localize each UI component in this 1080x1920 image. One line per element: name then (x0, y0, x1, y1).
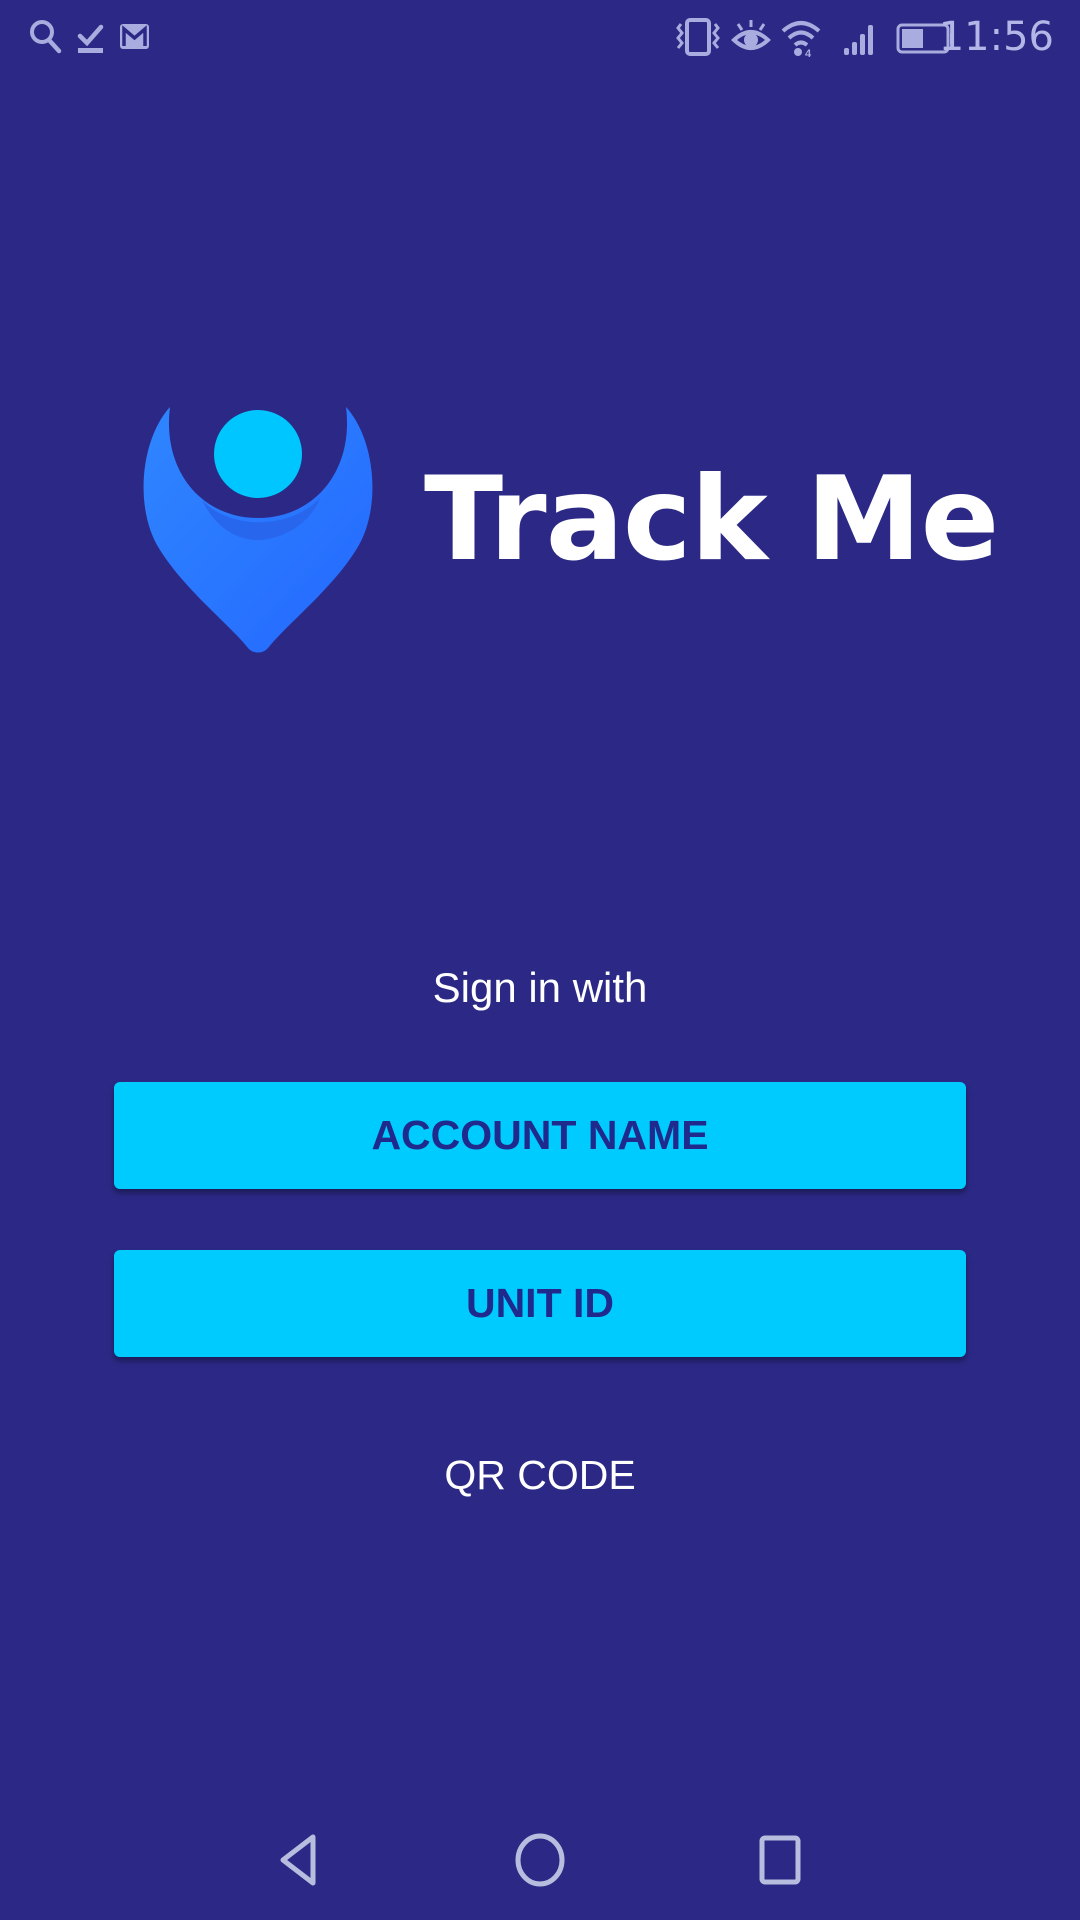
task-check-icon (76, 16, 106, 61)
recents-square-icon (759, 1835, 801, 1885)
home-circle-icon (515, 1833, 565, 1887)
account-name-button[interactable]: ACCOUNT NAME (114, 1082, 966, 1189)
search-icon (28, 16, 64, 61)
logo-head-dot (214, 410, 302, 498)
back-button[interactable] (260, 1828, 340, 1892)
recents-button[interactable] (740, 1828, 820, 1892)
sign-in-label: Sign in with (432, 964, 648, 1011)
status-bar: 4 11:56 (0, 0, 1080, 75)
home-button[interactable] (500, 1828, 580, 1892)
navigation-bar (0, 1800, 1080, 1920)
gmail-icon (118, 16, 152, 61)
battery-level (902, 29, 923, 48)
qr-code-link[interactable]: QR CODE (0, 1452, 1080, 1499)
account-name-button-label: ACCOUNT NAME (371, 1112, 709, 1158)
unit-id-button[interactable]: UNIT ID (114, 1250, 966, 1357)
eye-comfort-icon (730, 16, 772, 65)
status-time: 11:56 (938, 14, 1054, 60)
back-triangle-icon (280, 1834, 316, 1886)
svg-text:4: 4 (805, 48, 812, 60)
unit-id-button-label: UNIT ID (465, 1280, 615, 1326)
app-name: Track Me (424, 452, 999, 587)
wifi-icon: 4 (780, 16, 822, 65)
vibrate-icon (676, 16, 720, 65)
location-pin-person-icon (140, 400, 376, 660)
signal-icon (842, 16, 880, 65)
